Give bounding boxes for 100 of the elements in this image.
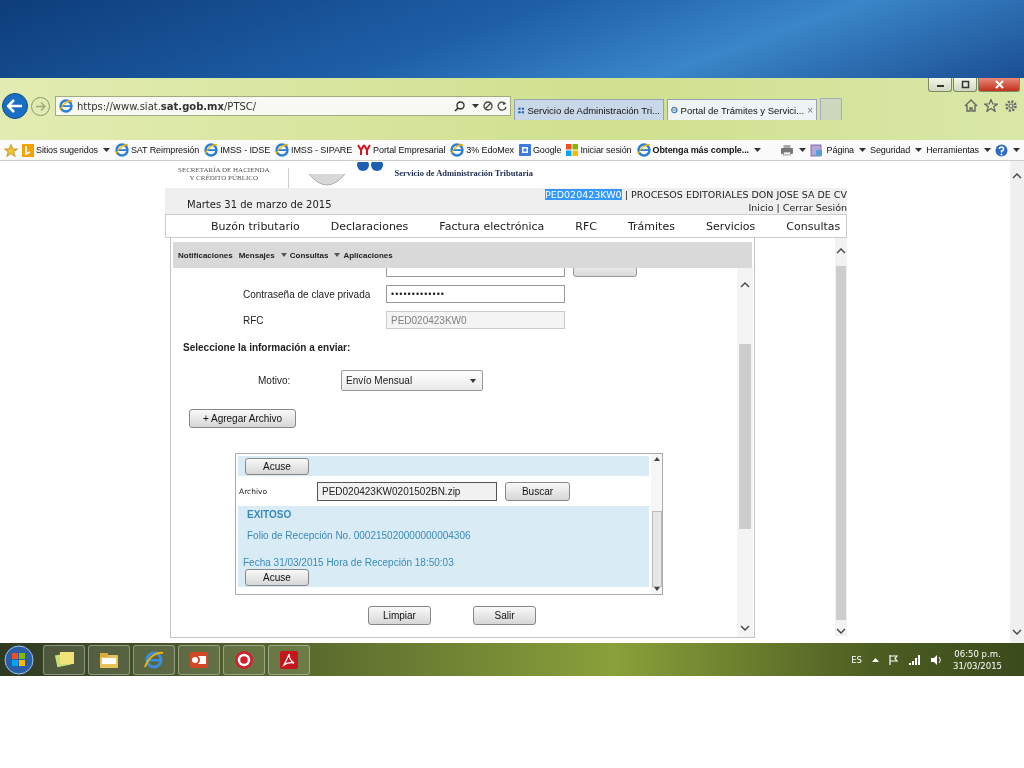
favorite-link[interactable]: Sitios sugeridos xyxy=(22,143,110,157)
panel-scrollbar[interactable] xyxy=(651,454,662,594)
favorite-link[interactable]: 3% EdoMex xyxy=(450,143,514,157)
browser-icon xyxy=(59,99,73,113)
scroll-up-icon[interactable] xyxy=(653,457,660,461)
home-icon[interactable] xyxy=(964,99,978,112)
scroll-down-icon[interactable] xyxy=(836,628,846,634)
scroll-up-icon[interactable] xyxy=(1012,173,1022,179)
taskbar-button[interactable] xyxy=(43,644,85,675)
bing-icon xyxy=(22,143,34,157)
frame-scrollbar[interactable] xyxy=(835,238,847,636)
forward-arrow-icon xyxy=(35,101,46,111)
form-button[interactable]: Salir xyxy=(473,606,536,625)
field-label: Motivo: xyxy=(258,375,292,386)
caret-icon[interactable] xyxy=(1013,148,1020,152)
favorite-link[interactable]: Obtenga más comple... xyxy=(636,143,761,157)
star-icon[interactable] xyxy=(984,99,998,112)
status-text: EXITOSO xyxy=(247,509,293,520)
caret-icon[interactable] xyxy=(472,104,479,108)
add-file-button[interactable]: + Agregar Archivo xyxy=(189,409,296,428)
favorite-link[interactable]: Google xyxy=(518,144,562,156)
print-icon[interactable] xyxy=(779,144,794,156)
toolbar-menu[interactable]: Seguridad xyxy=(870,145,923,155)
menu-item[interactable]: Trámites xyxy=(627,219,675,233)
favorites-star-icon[interactable] xyxy=(4,143,18,157)
language-indicator[interactable]: ES xyxy=(851,654,862,665)
menu-item[interactable]: Factura electrónica xyxy=(439,219,545,233)
favorite-link[interactable]: Iniciar sesión xyxy=(566,144,632,156)
page-scrollbar[interactable] xyxy=(1010,161,1024,643)
close-button[interactable] xyxy=(978,78,1020,92)
close-icon xyxy=(994,80,1004,89)
browser-icon xyxy=(636,143,651,157)
menu-item[interactable]: Buzón tributario xyxy=(211,219,300,233)
caret-icon[interactable] xyxy=(753,148,761,152)
header-link[interactable]: Cerrar Sesión xyxy=(782,201,847,214)
back-button[interactable] xyxy=(2,93,28,119)
caret-icon[interactable] xyxy=(798,148,806,152)
clock-date[interactable]: 31/03/2015 xyxy=(953,659,1002,672)
clock-time[interactable]: 06:50 p.m. xyxy=(953,647,1002,660)
taskbar-button[interactable] xyxy=(223,644,265,675)
scroll-up-icon[interactable] xyxy=(836,248,846,254)
text-field[interactable]: PED020423KW0 xyxy=(386,311,565,329)
browser-icon xyxy=(450,143,465,157)
browse-button[interactable]: Buscar xyxy=(505,481,570,501)
file-field[interactable]: PED020423KW0201502BN.zip xyxy=(317,481,497,501)
acuse-button[interactable]: Acuse xyxy=(245,569,309,586)
help-icon[interactable] xyxy=(995,143,1008,157)
menu-item[interactable]: RFC xyxy=(575,219,597,233)
caret-icon[interactable] xyxy=(102,148,110,152)
signal-icon[interactable] xyxy=(909,654,921,665)
minimize-button[interactable] xyxy=(928,78,952,92)
start-icon[interactable] xyxy=(4,644,34,675)
favorite-link[interactable]: IMSS - SIPARE xyxy=(275,143,353,157)
taskbar-button[interactable] xyxy=(268,644,310,675)
scroll-down-icon[interactable] xyxy=(1012,629,1022,635)
menu-item[interactable]: Consultas xyxy=(786,219,841,233)
address-field[interactable]: https://www.siat.sat.gob.mx/PTSC/ xyxy=(55,96,511,116)
motivo-dropdown[interactable]: Envío Mensual xyxy=(341,370,483,391)
taskbar-button[interactable] xyxy=(133,644,175,675)
caret-icon xyxy=(470,378,476,383)
scroll-up-icon[interactable] xyxy=(740,282,750,288)
acuse-button[interactable]: Acuse xyxy=(245,457,309,475)
favorite-link[interactable]: SAT Reimpresión xyxy=(114,143,200,157)
header-link[interactable]: Inicio xyxy=(748,201,774,214)
password-field[interactable]: ••••••••••••• xyxy=(386,285,565,303)
settings-icon[interactable] xyxy=(1004,99,1018,113)
caret-icon[interactable] xyxy=(859,148,867,152)
submenu-item[interactable]: Notificaciones xyxy=(178,250,233,260)
pdf-icon xyxy=(278,648,300,671)
form-scrollbar[interactable] xyxy=(737,268,753,637)
logo-icon xyxy=(357,144,372,156)
scroll-down-icon[interactable] xyxy=(740,625,750,631)
field-label: Contraseña de clave privada xyxy=(243,288,372,300)
refresh-icon[interactable] xyxy=(497,101,507,111)
menu-item[interactable]: Servicios xyxy=(705,219,756,233)
submenu-item[interactable]: Aplicaciones xyxy=(334,250,393,260)
submenu-item[interactable]: Consultas xyxy=(280,250,329,260)
stop-icon[interactable] xyxy=(483,101,493,111)
browser-icon xyxy=(204,143,219,157)
form-button[interactable]: Limpiar xyxy=(368,606,431,625)
favorite-link[interactable]: IMSS - IDSE xyxy=(204,143,271,157)
caret-icon xyxy=(280,253,287,257)
toolbar-menu[interactable]: Página xyxy=(826,145,867,155)
close-tab-button[interactable]: × xyxy=(807,104,813,116)
maximize-button[interactable] xyxy=(953,78,977,92)
favorite-link[interactable]: Portal Empresarial xyxy=(357,144,446,156)
show-hidden-icon[interactable] xyxy=(872,657,879,662)
caret-icon[interactable] xyxy=(984,148,991,152)
menu-item[interactable]: Declaraciones xyxy=(330,219,409,233)
google-icon xyxy=(518,144,531,156)
browser-tab[interactable]: Portal de Trámites y Servici... × xyxy=(667,99,817,120)
browser-tab[interactable]: Servicio de Administración Tri... xyxy=(514,99,664,120)
taskbar-button[interactable] xyxy=(178,644,220,675)
search-icon[interactable] xyxy=(454,100,465,112)
flag-icon[interactable] xyxy=(889,654,899,665)
speaker-icon[interactable] xyxy=(931,654,943,665)
submenu-item[interactable]: Mensajes xyxy=(238,250,275,260)
toolbar-menu[interactable]: Herramientas xyxy=(926,145,991,155)
taskbar-button[interactable] xyxy=(88,644,130,675)
caret-icon[interactable] xyxy=(915,148,923,152)
